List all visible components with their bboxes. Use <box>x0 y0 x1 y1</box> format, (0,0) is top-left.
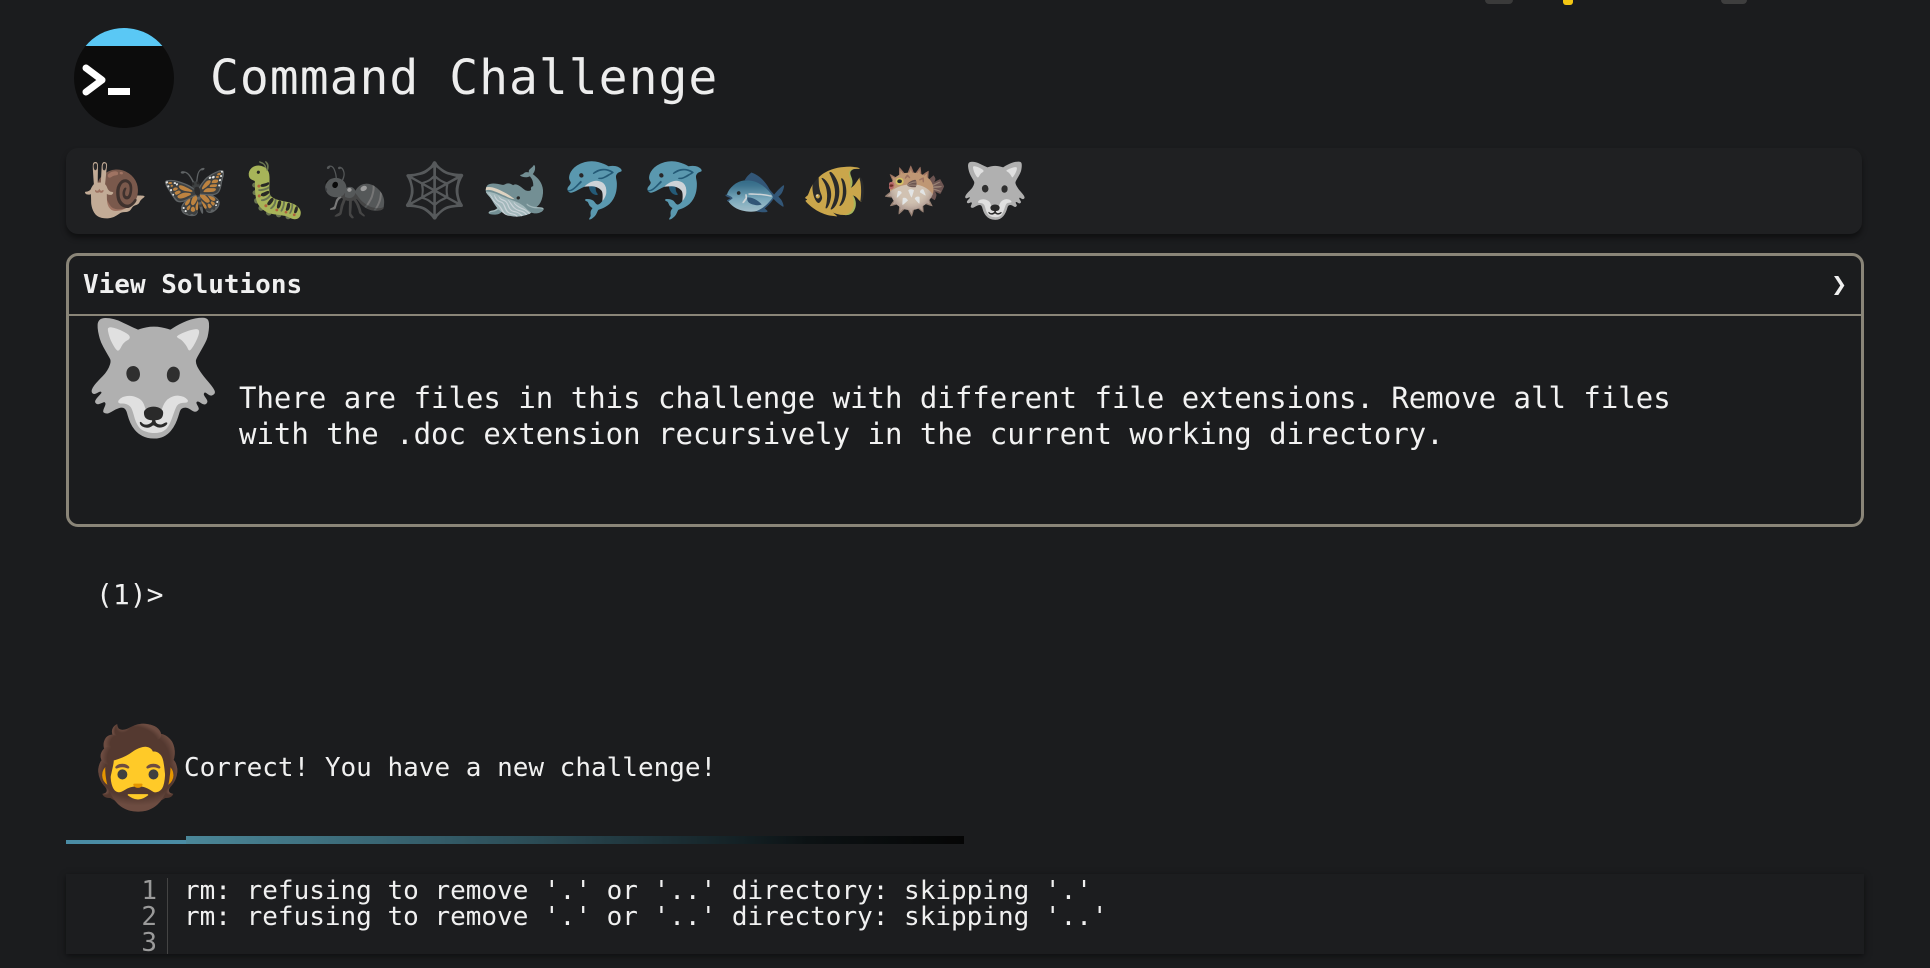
caterpillar-icon[interactable]: 🐛 <box>236 152 314 230</box>
command-output: 123 rm: refusing to remove '.' or '..' d… <box>66 874 1864 958</box>
whale-icon[interactable]: 🐋 <box>476 152 554 230</box>
challenge-body: 🐺 There are files in this challenge with… <box>69 316 1861 526</box>
terminal-logo-icon[interactable] <box>74 28 174 128</box>
output-line: rm: refusing to remove '.' or '..' direc… <box>184 902 1108 932</box>
solutions-panel: View Solutions ❯ 🐺 There are files in th… <box>66 253 1864 527</box>
progress-fill <box>186 836 964 844</box>
page: Command Challenge 🐌 🦋 🐛 🐜 🕸️ 🐋 🐬 🐬 🐟 🐠 🐡 🐺 View Sol… <box>0 0 1930 968</box>
top-decoration <box>1485 0 1747 6</box>
wolf-icon[interactable]: 🐺 <box>956 152 1034 230</box>
top-icon-partial <box>1721 0 1747 4</box>
snail-icon[interactable]: 🐌 <box>76 152 154 230</box>
line-number: 2 <box>141 902 157 932</box>
output-lines: rm: refusing to remove '.' or '..' direc… <box>184 878 1108 956</box>
line-numbers: 123 <box>66 876 168 958</box>
challenge-description: There are files in this challenge with d… <box>239 381 1671 451</box>
app-title: Command Challenge <box>210 50 719 106</box>
butterfly-icon[interactable]: 🦋 <box>156 152 234 230</box>
view-solutions-label: View Solutions <box>83 270 303 300</box>
top-icon-partial <box>1485 0 1513 4</box>
chevron-right-icon[interactable]: ❯ <box>1831 270 1847 300</box>
command-input[interactable] <box>180 581 980 611</box>
tropical-fish-icon[interactable]: 🐠 <box>796 152 874 230</box>
view-solutions-toggle[interactable]: View Solutions ❯ <box>69 256 1861 316</box>
command-prompt[interactable]: (1)> <box>96 578 980 611</box>
wolf-icon: 🐺 <box>83 313 223 443</box>
line-number: 3 <box>141 928 157 958</box>
ant-icon[interactable]: 🐜 <box>316 152 394 230</box>
feedback: 🧔 Correct! You have a new challenge! <box>88 728 716 808</box>
progress-segment <box>66 840 186 844</box>
dolphin-icon[interactable]: 🐬 <box>556 152 634 230</box>
progress-bar <box>66 836 1146 844</box>
line-number: 1 <box>141 876 157 906</box>
spider-web-icon[interactable]: 🕸️ <box>396 152 474 230</box>
output-line: rm: refusing to remove '.' or '..' direc… <box>184 876 1092 906</box>
feedback-message: Correct! You have a new challenge! <box>184 753 717 783</box>
blowfish-icon[interactable]: 🐡 <box>876 152 954 230</box>
header: Command Challenge <box>74 28 718 128</box>
man-avatar-icon: 🧔 <box>88 721 188 814</box>
top-icon-partial <box>1563 0 1573 5</box>
level-bar: 🐌 🦋 🐛 🐜 🕸️ 🐋 🐬 🐬 🐟 🐠 🐡 🐺 <box>66 148 1862 234</box>
fish-icon[interactable]: 🐟 <box>716 152 794 230</box>
prompt-label: (1)> <box>96 578 164 611</box>
dolphin-icon[interactable]: 🐬 <box>636 152 714 230</box>
